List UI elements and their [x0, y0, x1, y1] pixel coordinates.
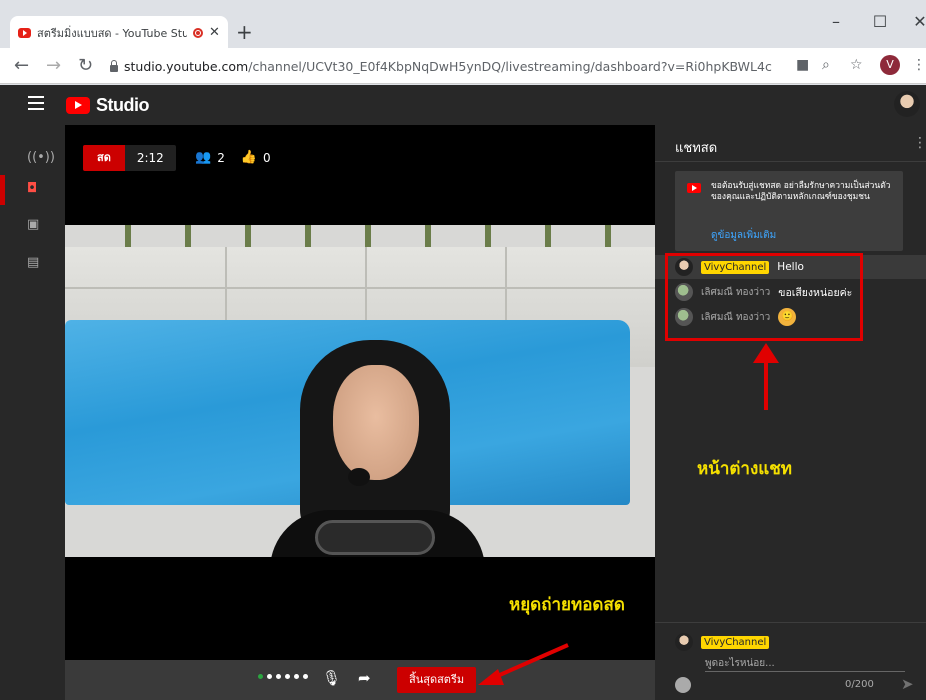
- frame-beam: [485, 225, 491, 247]
- new-tab-button[interactable]: +: [236, 20, 253, 44]
- chat-more-icon[interactable]: ⋮: [913, 135, 926, 151]
- youtube-icon: [687, 183, 701, 193]
- share-arrow-icon[interactable]: ➦: [358, 669, 371, 687]
- profile-avatar[interactable]: V: [880, 55, 900, 75]
- calendar-icon[interactable]: ▣: [27, 217, 39, 232]
- tab-close-button[interactable]: ✕: [209, 25, 220, 40]
- input-author: VivyChannel: [675, 633, 770, 651]
- chat-title: แชทสด: [675, 141, 718, 156]
- url-text: studio.youtube.com/channel/UCVt30_E0f4Kb…: [124, 59, 772, 74]
- frame-beam: [545, 225, 551, 247]
- end-stream-button[interactable]: สิ้นสุดสตรีม: [397, 667, 477, 693]
- divider: [655, 161, 926, 162]
- chat-welcome-notice: ขอต้อนรับสู่แชทสด อย่าลืมรักษาความเป็นส่…: [675, 171, 903, 251]
- live-badge: สด: [83, 145, 125, 171]
- youtube-play-icon: [66, 97, 90, 114]
- hamburger-menu-icon[interactable]: [28, 96, 44, 110]
- frame-beam: [125, 225, 131, 247]
- headphones: [315, 520, 435, 555]
- frame-beam: [305, 225, 311, 247]
- youtube-favicon-icon: [18, 27, 31, 38]
- live-status-badge: สด 2:12: [83, 145, 176, 171]
- frame-beam: [425, 225, 431, 247]
- headset-mic: [348, 468, 370, 486]
- window-close-button[interactable]: ✕: [910, 12, 926, 31]
- address-bar[interactable]: studio.youtube.com/channel/UCVt30_E0f4Kb…: [110, 52, 780, 80]
- menu-kebab-icon[interactable]: ⋮: [912, 57, 926, 73]
- like-count: 0: [263, 150, 271, 165]
- back-arrow-icon[interactable]: ←: [14, 55, 29, 76]
- viewer-count: 2: [217, 150, 225, 165]
- elapsed-time: 2:12: [124, 145, 176, 171]
- stream-control-bar: 🎙 ➦ สิ้นสุดสตรีม: [65, 660, 655, 700]
- browser-tab[interactable]: สตรีมมิ่งแบบสด - YouTube Stuc ✕: [10, 16, 228, 49]
- live-video-area: สด 2:12 👥 2 👍 0 หยุดถ่ายทอดสด 🎙 ➦ สิ้นสุ…: [65, 125, 655, 700]
- wall-line: [65, 287, 655, 289]
- audio-level-indicator: [258, 674, 308, 679]
- input-underline: [705, 671, 905, 672]
- studio-logo[interactable]: Studio: [66, 95, 150, 116]
- stream-stats: 👥 2 👍 0: [195, 150, 271, 165]
- lock-icon: [110, 59, 118, 72]
- browser-tab-strip: สตรีมมิ่งแบบสด - YouTube Stuc ✕ + – ☐ ✕: [0, 0, 926, 49]
- forward-arrow-icon[interactable]: →: [46, 55, 61, 76]
- sidebar-active-indicator: [0, 175, 5, 205]
- url-host: studio.youtube.com: [124, 58, 249, 74]
- window-minimize-button[interactable]: –: [826, 12, 846, 31]
- zoom-icon[interactable]: ⌕: [822, 57, 830, 73]
- chat-avatar: [675, 633, 693, 651]
- char-count: 0/200: [845, 679, 874, 690]
- stream-broadcast-icon[interactable]: ((•)): [27, 150, 55, 165]
- url-path: /channel/UCVt30_E0f4KbpNqDwH5ynDQ/livest…: [248, 58, 772, 74]
- annotation-chat-box: [665, 253, 863, 341]
- camera-icon[interactable]: ■: [796, 57, 809, 73]
- youtube-studio-app: Studio ((•)) ◘ ▣ ▤ สด 2:12 👥 2 👍 0 หยุดถ…: [0, 85, 926, 700]
- frame-beam: [605, 225, 611, 247]
- bookmark-star-icon[interactable]: ☆: [850, 57, 863, 73]
- send-icon[interactable]: ➤: [901, 675, 914, 693]
- reload-icon[interactable]: ↻: [78, 55, 93, 76]
- like-thumb-icon: 👍: [240, 150, 258, 165]
- frame-beam: [185, 225, 191, 247]
- presenter-face: [333, 365, 419, 480]
- frame-beam: [245, 225, 251, 247]
- viewers-icon: 👥: [195, 150, 212, 165]
- live-chat-panel: แชทสด ⋮ ขอต้อนรับสู่แชทสด อย่าลืมรักษาคว…: [655, 125, 926, 700]
- chat-input[interactable]: พูดอะไรหน่อย...: [705, 656, 775, 671]
- studio-header: Studio: [0, 85, 926, 125]
- webcam-preview: [65, 225, 655, 557]
- tab-title: สตรีมมิ่งแบบสด - YouTube Stuc: [37, 26, 187, 40]
- account-avatar[interactable]: [894, 91, 920, 117]
- emoji-picker-icon[interactable]: [675, 677, 691, 693]
- microphone-icon[interactable]: 🎙: [322, 669, 341, 687]
- studio-sidebar: ((•)) ◘ ▣ ▤: [0, 125, 65, 700]
- managed-icon[interactable]: ▤: [27, 255, 39, 270]
- window-maximize-button[interactable]: ☐: [870, 12, 890, 31]
- annotation-chat-window: หน้าต่างแชท: [697, 459, 792, 479]
- recording-indicator-icon: [193, 27, 203, 38]
- notice-text: ขอต้อนรับสู่แชทสด อย่าลืมรักษาความเป็นส่…: [711, 181, 891, 202]
- browser-toolbar: ← → ↻ studio.youtube.com/channel/UCVt30_…: [0, 48, 926, 84]
- annotation-stop-live: หยุดถ่ายทอดสด: [509, 595, 625, 615]
- owner-badge: VivyChannel: [701, 635, 770, 649]
- chat-input-area: VivyChannel พูดอะไรหน่อย... 0/200 ➤: [655, 622, 926, 700]
- learn-more-link[interactable]: ดูข้อมูลเพิ่มเติม: [711, 228, 776, 243]
- webcam-icon[interactable]: ◘: [27, 181, 37, 196]
- studio-logo-text: Studio: [96, 95, 150, 115]
- frame-beam: [365, 225, 371, 247]
